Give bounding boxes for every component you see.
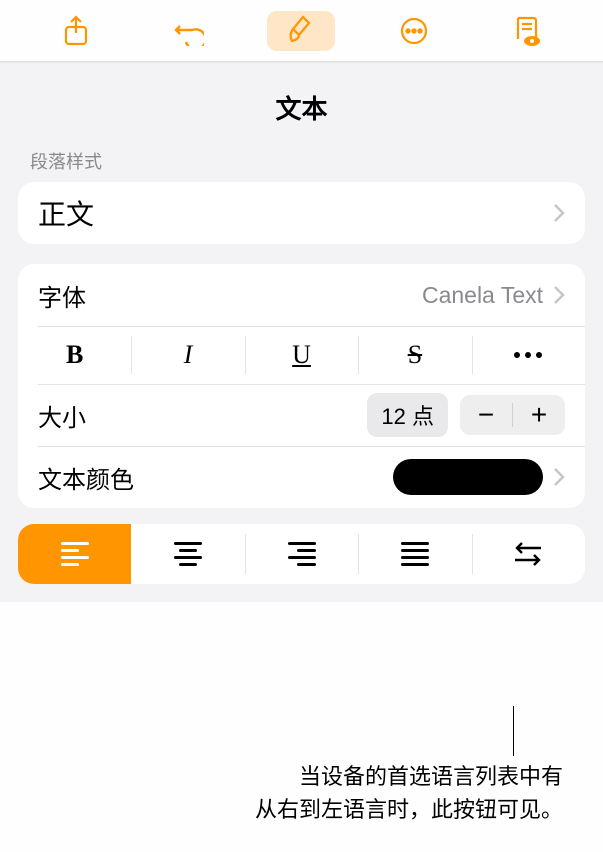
size-decrease-button[interactable]: − [460, 395, 512, 435]
align-center-icon [174, 542, 202, 566]
paragraph-style-row[interactable]: 正文 [18, 182, 585, 244]
format-panel: 文本 段落样式 正文 字体 Canela Text B I U S 大小 [0, 62, 603, 602]
italic-glyph: I [184, 340, 193, 370]
font-label: 字体 [38, 278, 422, 313]
undo-button[interactable] [155, 11, 223, 51]
callout-line1: 当设备的首选语言列表中有 [299, 764, 563, 789]
reader-button[interactable] [493, 11, 561, 51]
align-right-icon [288, 542, 316, 566]
top-toolbar [0, 0, 603, 62]
size-row: 大小 12 点 − + [18, 384, 585, 446]
text-color-row[interactable]: 文本颜色 [18, 446, 585, 508]
share-button[interactable] [42, 11, 110, 51]
align-center-button[interactable] [131, 524, 244, 584]
paragraph-style-card: 正文 [18, 182, 585, 244]
font-card: 字体 Canela Text B I U S 大小 12 点 − + [18, 264, 585, 508]
ellipsis-icon [514, 352, 542, 358]
more-text-options-button[interactable] [472, 326, 585, 384]
align-right-button[interactable] [245, 524, 358, 584]
callout-leader [513, 706, 514, 756]
format-button[interactable] [267, 11, 335, 51]
size-value-button[interactable]: 12 点 [367, 393, 448, 437]
paragraph-style-value: 正文 [38, 193, 553, 233]
align-justify-icon [401, 542, 429, 566]
font-row[interactable]: 字体 Canela Text [18, 264, 585, 326]
callout-text: 当设备的首选语言列表中有 从右到左语言时，此按钮可见。 [100, 760, 563, 826]
panel-title: 文本 [18, 63, 585, 148]
more-button[interactable] [380, 11, 448, 51]
align-justify-button[interactable] [358, 524, 471, 584]
alignment-card [18, 524, 585, 584]
size-controls: 12 点 − + [367, 393, 565, 437]
align-left-icon [61, 542, 89, 566]
size-increase-button[interactable]: + [513, 395, 565, 435]
font-style-row: B I U S [18, 326, 585, 384]
chevron-right-icon [553, 467, 565, 487]
bold-button[interactable]: B [18, 326, 131, 384]
paintbrush-icon [287, 15, 315, 47]
text-color-label: 文本颜色 [38, 460, 393, 495]
text-color-swatch [393, 459, 543, 495]
font-value: Canela Text [422, 282, 543, 309]
more-circle-icon [399, 16, 429, 46]
strikethrough-button[interactable]: S [358, 326, 471, 384]
document-eye-icon [513, 15, 541, 47]
bidi-arrows-icon [513, 542, 543, 566]
bold-glyph: B [66, 340, 83, 370]
align-left-button[interactable] [18, 524, 131, 584]
italic-button[interactable]: I [131, 326, 244, 384]
callout-line2: 从右到左语言时，此按钮可见。 [255, 797, 563, 822]
underline-glyph: U [292, 340, 311, 370]
strike-glyph: S [408, 340, 422, 370]
chevron-right-icon [553, 285, 565, 305]
share-icon [63, 15, 89, 47]
undo-icon [174, 16, 204, 46]
text-direction-button[interactable] [472, 524, 585, 584]
chevron-right-icon [553, 203, 565, 223]
size-stepper: − + [460, 395, 565, 435]
paragraph-style-label: 段落样式 [30, 148, 585, 174]
underline-button[interactable]: U [245, 326, 358, 384]
size-label: 大小 [38, 398, 367, 433]
